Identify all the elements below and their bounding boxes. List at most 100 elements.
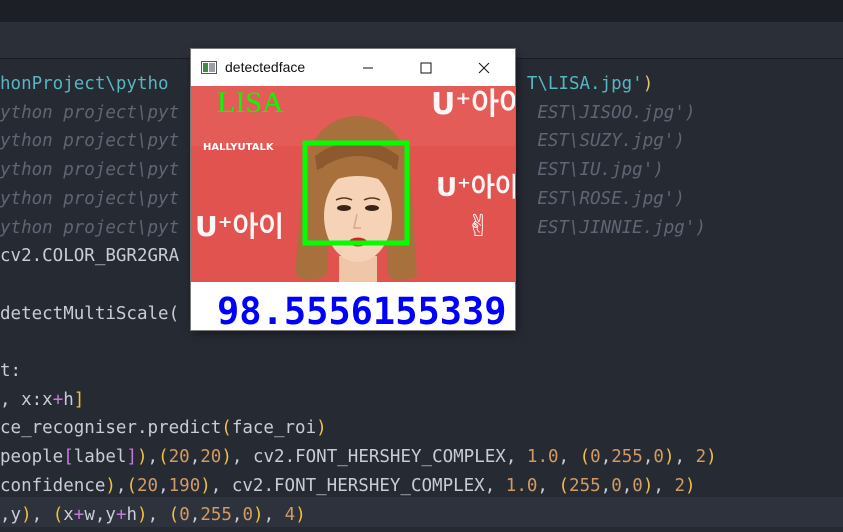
code-token: 0 [632,475,643,496]
backdrop-logo-top: U⁺아이 [431,87,515,122]
code-token: x [63,504,74,525]
code-token: + [115,504,127,525]
maximize-icon [420,62,432,73]
code-token: ) [685,475,696,496]
code-token: + [73,504,85,525]
code-token: ( [558,475,570,496]
code-line[interactable]: confidence),(20,190), cv2.FONT_HERSHEY_C… [0,472,696,500]
code-token: ) [663,447,675,468]
code-token: 1.0 [505,475,538,496]
code-token: 0 [242,504,254,525]
code-token: , [642,447,654,468]
code-token: ] [73,389,85,410]
code-token: 20 [137,475,159,496]
code-token: ) [221,447,232,468]
confidence-label: 98.5556155339 [217,290,507,330]
window-titlebar[interactable]: detectedface [191,49,515,86]
code-token: T\LISA.jpg' [526,74,643,94]
predicted-name-label: LISA [217,86,284,119]
code-line[interactable]: , x:x+h] [0,386,84,414]
code-token: 2 [695,447,707,468]
code-token: ( [126,475,137,496]
code-token: ) [200,475,211,496]
code-token: ) [642,475,654,496]
code-token: , [558,447,580,468]
code-token: , [147,504,169,525]
code-token: 190 [168,475,201,496]
backdrop-logo-right: U⁺아이 [436,173,515,203]
face-photo: U⁺아이 U⁺아이 U⁺아이 HALLYUTALK ✌ LISA 98.5556… [191,86,515,330]
code-token: , cv2.FONT_HERSHEY_COMPLEX, [231,447,527,468]
code-line[interactable]: ,y), (x+w,y+h), (0,255,0), 4) [0,501,306,529]
code-token: ce_recogniser.predict [0,418,222,439]
code-token: ) [21,504,32,525]
code-token: , [537,475,559,496]
code-token: ( [158,447,169,468]
code-token: ( [168,504,180,525]
code-token: detectMultiScale( [0,303,180,324]
code-token: , [115,475,127,496]
code-token: , [674,447,696,468]
code-token: confidence [0,475,106,496]
code-token: ( [52,504,64,525]
code-token: [ [63,447,74,468]
code-token: , [600,475,612,496]
code-token: , [31,504,53,525]
detected-face-image: U⁺아이 U⁺아이 U⁺아이 HALLYUTALK ✌ LISA 98.5556… [191,86,515,330]
code-token: ) [295,504,306,525]
code-token: face_roi [231,418,317,439]
code-token: t: [0,361,22,381]
code-token: ) [642,74,654,94]
code-token: ] [126,447,137,468]
code-token: , [189,504,201,525]
minimize-icon [363,67,373,68]
code-token: 0 [653,447,664,468]
close-icon [478,62,490,73]
code-token: 4 [284,504,296,525]
code-line[interactable]: ce_recogniser.predict(face_roi) [0,414,327,442]
code-token: 1.0 [526,447,559,468]
code-token: h [63,389,74,410]
code-token: 2 [674,475,685,496]
peace-hand: ✌ [466,209,491,244]
code-token: 20 [168,447,190,468]
code-line[interactable]: people[label]),(20,20), cv2.FONT_HERSHEY… [0,443,717,471]
minimize-button[interactable] [345,49,391,86]
code-token: ) [316,418,327,439]
code-token: 0 [611,475,622,496]
code-token: ) [105,475,116,496]
code-token: ) [137,447,148,468]
code-token: people [0,447,64,468]
maximize-button[interactable] [403,49,449,86]
code-token: 0 [590,447,601,468]
code-token: , [189,447,201,468]
top-strip [0,0,843,22]
code-token: ,y [0,504,22,525]
app-icon [201,61,217,74]
code-token: 255 [569,475,601,496]
detectedface-window[interactable]: detectedface U⁺아이 U⁺아이 U⁺아이 HALLYUTALK ✌ [191,49,515,330]
code-token: w,y [84,504,116,525]
code-token: ( [221,418,232,439]
code-token: ( [579,447,591,468]
backdrop-logo-left: U⁺아이 [195,210,284,243]
code-token: 255 [611,447,643,468]
code-token: , [231,504,243,525]
code-line[interactable]: cv2.COLOR_BGR2GRA [0,242,179,270]
code-token: honProject\pytho [0,74,169,94]
code-line[interactable]: detectMultiScale( [0,300,179,328]
code-token: 255 [200,504,232,525]
code-token: h [126,504,138,525]
code-token: , [158,475,169,496]
code-token: 20 [200,447,222,468]
code-token: , [263,504,285,525]
code-token: label [73,447,127,468]
code-token: ) [706,447,717,468]
code-token: + [52,389,64,410]
code-line[interactable]: t: [0,357,21,385]
code-token: ) [253,504,264,525]
code-token: , [147,447,159,468]
code-token: , [653,475,675,496]
code-token: , [621,475,633,496]
close-button[interactable] [461,49,507,86]
